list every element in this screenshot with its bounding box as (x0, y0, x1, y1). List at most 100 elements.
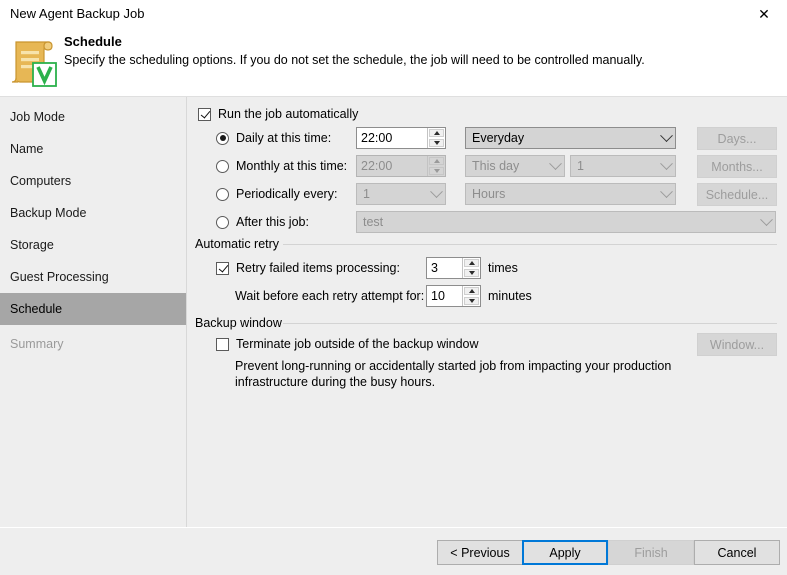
spin-down-button[interactable] (429, 139, 444, 147)
chevron-down-icon (657, 134, 675, 143)
daily-radio-row[interactable]: Daily at this time: (216, 131, 331, 145)
caret-down-icon (469, 271, 475, 275)
sidebar-item-backup-mode[interactable]: Backup Mode (0, 197, 186, 229)
chevron-down-icon (546, 162, 564, 171)
page-title: Schedule (64, 34, 122, 49)
monthly-day-number-combo: 1 (570, 155, 676, 177)
automatic-retry-group-label: Automatic retry (195, 237, 285, 251)
sidebar-item-job-mode[interactable]: Job Mode (0, 101, 186, 133)
schedule-button-label: Schedule... (706, 188, 769, 202)
sidebar-item-schedule[interactable]: Schedule (0, 293, 186, 325)
retry-times-spinner[interactable]: 3 (426, 257, 481, 279)
chevron-down-icon (757, 218, 775, 227)
window-button-label: Window... (710, 338, 764, 352)
dialog-header: Schedule Specify the scheduling options.… (0, 30, 787, 96)
periodically-unit-value: Hours (472, 187, 657, 201)
periodically-radio[interactable] (216, 188, 229, 201)
after-job-label: After this job: (236, 215, 309, 229)
finish-button: Finish (608, 540, 694, 565)
monthly-radio-row[interactable]: Monthly at this time: (216, 159, 347, 173)
sidebar-item-computers[interactable]: Computers (0, 165, 186, 197)
caret-up-icon (469, 289, 475, 293)
sidebar-item-label: Computers (10, 174, 71, 188)
schedule-options-pane: Run the job automatically Daily at this … (187, 97, 787, 527)
retry-failed-items-label: Retry failed items processing: (236, 261, 400, 275)
daily-label: Daily at this time: (236, 131, 331, 145)
daily-recurrence-combo[interactable]: Everyday (465, 127, 676, 149)
spin-up-button[interactable] (464, 259, 479, 267)
retry-times-value[interactable]: 3 (427, 258, 462, 278)
retry-times-unit-label: times (488, 261, 518, 275)
caret-up-icon (434, 131, 440, 135)
sidebar-item-storage[interactable]: Storage (0, 229, 186, 261)
after-job-radio[interactable] (216, 216, 229, 229)
daily-time-spin-buttons[interactable] (427, 128, 445, 148)
sidebar-item-name[interactable]: Name (0, 133, 186, 165)
caret-down-icon (469, 299, 475, 303)
run-automatically-checkbox[interactable] (198, 108, 211, 121)
terminate-job-checkbox[interactable] (216, 338, 229, 351)
months-button: Months... (697, 155, 777, 178)
monthly-time-value: 22:00 (357, 156, 427, 176)
monthly-radio[interactable] (216, 160, 229, 173)
spin-up-button[interactable] (464, 287, 479, 295)
caret-down-icon (434, 169, 440, 173)
window-button: Window... (697, 333, 777, 356)
run-automatically-row[interactable]: Run the job automatically (198, 107, 358, 121)
spin-down-button[interactable] (464, 297, 479, 305)
close-icon: ✕ (758, 8, 770, 22)
periodically-interval-combo: 1 (356, 183, 446, 205)
wait-minutes-spinner[interactable]: 10 (426, 285, 481, 307)
after-job-combo: test (356, 211, 776, 233)
finish-button-label: Finish (634, 546, 667, 560)
after-job-value: test (363, 215, 757, 229)
page-subtitle: Specify the scheduling options. If you d… (64, 53, 645, 67)
periodically-radio-row[interactable]: Periodically every: (216, 187, 337, 201)
dialog-body: Job Mode Name Computers Backup Mode Stor… (0, 97, 787, 527)
daily-time-value[interactable]: 22:00 (357, 128, 427, 148)
wizard-step-sidebar: Job Mode Name Computers Backup Mode Stor… (0, 97, 186, 527)
close-button[interactable]: ✕ (741, 0, 787, 30)
days-button: Days... (697, 127, 777, 150)
spin-down-button[interactable] (464, 269, 479, 277)
terminate-job-row[interactable]: Terminate job outside of the backup wind… (216, 337, 479, 351)
daily-radio[interactable] (216, 132, 229, 145)
sidebar-item-label: Storage (10, 238, 54, 252)
after-job-radio-row[interactable]: After this job: (216, 215, 309, 229)
daily-recurrence-value: Everyday (472, 131, 657, 145)
sidebar-item-label: Summary (10, 337, 63, 351)
months-button-label: Months... (711, 160, 762, 174)
chevron-down-icon (657, 162, 675, 171)
retry-failed-items-checkbox[interactable] (216, 262, 229, 275)
periodically-interval-value: 1 (363, 187, 427, 201)
periodically-unit-combo: Hours (465, 183, 676, 205)
daily-time-spinner[interactable]: 22:00 (356, 127, 446, 149)
wait-minutes-spin-buttons[interactable] (462, 286, 480, 306)
previous-button[interactable]: < Previous (437, 540, 523, 565)
title-bar: New Agent Backup Job ✕ (0, 0, 787, 30)
terminate-job-label: Terminate job outside of the backup wind… (236, 337, 479, 351)
monthly-time-spinner: 22:00 (356, 155, 446, 177)
spin-up-button[interactable] (429, 129, 444, 137)
dialog-window: New Agent Backup Job ✕ Schedule Specify … (0, 0, 787, 574)
run-automatically-label: Run the job automatically (218, 107, 358, 121)
sidebar-item-summary: Summary (0, 328, 186, 360)
periodically-label: Periodically every: (236, 187, 337, 201)
sidebar-item-guest-processing[interactable]: Guest Processing (0, 261, 186, 293)
wait-before-retry-label: Wait before each retry attempt for: (235, 289, 424, 303)
apply-button[interactable]: Apply (522, 540, 608, 565)
previous-button-label: < Previous (450, 546, 509, 560)
retry-times-spin-buttons[interactable] (462, 258, 480, 278)
spin-up-button (429, 157, 444, 165)
retry-failed-items-row[interactable]: Retry failed items processing: (216, 261, 400, 275)
sidebar-item-label: Job Mode (10, 110, 65, 124)
backup-window-description: Prevent long-running or accidentally sta… (235, 358, 705, 390)
sidebar-item-label: Guest Processing (10, 270, 109, 284)
monthly-label: Monthly at this time: (236, 159, 347, 173)
wait-minutes-value[interactable]: 10 (427, 286, 462, 306)
cancel-button[interactable]: Cancel (694, 540, 780, 565)
monthly-day-kind-combo: This day (465, 155, 565, 177)
monthly-time-spin-buttons (427, 156, 445, 176)
chevron-down-icon (657, 190, 675, 199)
caret-up-icon (469, 261, 475, 265)
